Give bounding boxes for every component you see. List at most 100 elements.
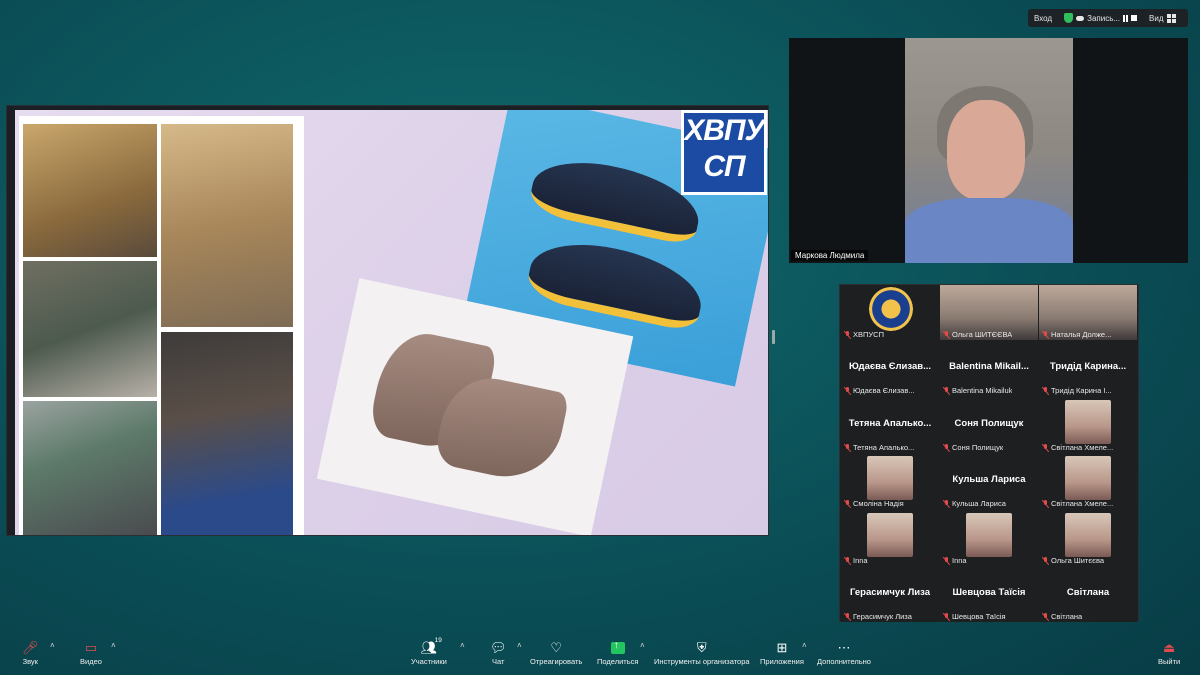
participant-tile[interactable]: ХВПУСП (841, 285, 939, 340)
participant-name-text: Світлана Хмеле... (1051, 499, 1114, 508)
muted-mic-icon (943, 499, 950, 508)
logo-line-1: ХВПУ (684, 114, 765, 147)
participant-display-name: Тетяна Апалько... (848, 418, 932, 429)
participant-name-text: Соня Полищук (952, 443, 1004, 452)
participant-tile[interactable]: Герасимчук Лиза Герасимчук Лиза (841, 567, 939, 622)
participant-avatar (1065, 400, 1111, 444)
participant-name-label: Шевцова Таїсія (943, 612, 1006, 621)
participant-name-label: Наталья Долже... (1042, 330, 1111, 339)
host-tools-button[interactable]: ⛨ Инструменты организатора (654, 639, 750, 666)
participant-name-label: Тетяна Апалько... (844, 443, 914, 452)
chat-options-chevron-icon[interactable]: ˄ (517, 641, 522, 650)
muted-mic-icon (943, 386, 950, 395)
login-indicator[interactable]: Вход (1028, 14, 1058, 23)
participant-tile[interactable]: Шевцова Таїсія Шевцова Таїсія (940, 567, 1038, 622)
participant-tile[interactable]: Смоліна Надія (841, 454, 939, 509)
muted-mic-icon (1042, 330, 1049, 339)
muted-mic-icon (844, 330, 851, 339)
participant-avatar (867, 456, 913, 500)
participant-name-label: ХВПУСП (844, 330, 884, 339)
participants-button[interactable]: 👥︎ 19 Участники (411, 637, 447, 666)
shield-icon: ⛨ (696, 640, 707, 655)
view-label: Вид (1149, 13, 1164, 23)
participant-tile[interactable]: Тридід Карина... Тридід Карина І... (1039, 341, 1137, 396)
participant-tile[interactable]: Кульша Лариса Кульша Лариса (940, 454, 1038, 509)
muted-mic-icon (1042, 443, 1049, 452)
school-logo: ХВПУ СП (681, 110, 767, 195)
participant-name-text: Ольга ШИТЄЄВА (952, 330, 1013, 339)
logo-line-2: СП (703, 150, 745, 183)
participant-avatar (1065, 456, 1111, 500)
video-options-chevron-icon[interactable]: ˄ (111, 641, 116, 650)
muted-mic-icon (943, 443, 950, 452)
participant-display-name: Тридід Карина... (1049, 361, 1127, 372)
video-button[interactable]: ▭ Видео (80, 639, 102, 666)
more-button[interactable]: ⋯ Дополнительно (817, 639, 871, 666)
audio-button[interactable]: 🎤︎ Звук (22, 639, 39, 666)
participant-name-label: Inna (844, 556, 868, 565)
participant-tile[interactable]: Тетяна Апалько... Тетяна Апалько... (841, 398, 939, 453)
participant-display-name: Світлана (1066, 587, 1110, 598)
share-options-chevron-icon[interactable]: ˄ (640, 641, 645, 650)
participant-tile[interactable]: Inna (940, 511, 1038, 566)
host-tools-label: Инструменты организатора (654, 657, 750, 666)
shared-screen[interactable]: ХВПУ СП (6, 105, 769, 536)
active-speaker-tile[interactable]: Маркова Людмила (789, 38, 1188, 263)
participant-tile[interactable]: Ольга ШИТЄЄВА (940, 285, 1038, 340)
leave-button[interactable]: ⏏︎ Выйти (1158, 639, 1180, 666)
stop-recording-icon[interactable] (1131, 15, 1138, 21)
participant-name-text: Герасимчук Лиза (853, 612, 912, 621)
muted-mic-icon (1042, 556, 1049, 565)
participant-name-text: Тридід Карина І... (1051, 386, 1112, 395)
apps-options-chevron-icon[interactable]: ˄ (802, 641, 807, 650)
apps-button[interactable]: ⊞ Приложения (760, 639, 804, 666)
shield-icon (1064, 13, 1074, 23)
participant-name-text: Inna (853, 556, 868, 565)
participant-tile[interactable]: Ольга Шитєєва (1039, 511, 1137, 566)
share-screen-icon (610, 640, 625, 654)
participant-tile[interactable]: Inna (841, 511, 939, 566)
meeting-toolbar: 🎤︎ Звук ˄ ▭ Видео ˄ 👥︎ 19 Участники ˄ 💬︎ … (0, 635, 1200, 675)
react-button[interactable]: ♡ Отреагировать (530, 639, 582, 666)
participant-name-label: Ольга Шитєєва (1042, 556, 1104, 565)
resize-handle[interactable] (772, 330, 775, 344)
participant-tile[interactable]: Світлана Хмеле... (1039, 398, 1137, 453)
participant-tile[interactable]: Balentina Mikail... Balentina Mikailuk (940, 341, 1038, 396)
participant-tile[interactable]: Соня Полищук Соня Полищук (940, 398, 1038, 453)
workshop-photo (23, 401, 157, 535)
muted-mic-icon (844, 556, 851, 565)
participant-tile[interactable]: Світлана Хмеле... (1039, 454, 1137, 509)
recording-indicator[interactable]: Запись... (1058, 13, 1143, 23)
video-off-icon: ▭ (84, 640, 98, 655)
share-button[interactable]: Поделиться (597, 639, 638, 666)
participant-tile[interactable]: Юдаєва Єлизав... Юдаєва Єлизав... (841, 341, 939, 396)
more-label: Дополнительно (817, 657, 871, 666)
participant-name-text: Шевцова Таїсія (952, 612, 1006, 621)
participants-gallery: ХВПУСП Ольга ШИТЄЄВА Наталья Долже... Юдаєв… (839, 284, 1139, 622)
participant-avatar (869, 287, 913, 331)
pause-recording-icon[interactable] (1123, 14, 1129, 22)
video-label: Видео (80, 657, 102, 666)
recording-label: Запись... (1087, 13, 1121, 23)
muted-mic-icon: 🎤︎ (22, 640, 39, 655)
participant-tile[interactable]: Наталья Долже... (1039, 285, 1137, 340)
audio-options-chevron-icon[interactable]: ˄ (50, 641, 55, 650)
participant-name-text: Юдаєва Єлизав... (853, 386, 915, 395)
participant-name-label: Юдаєва Єлизав... (844, 386, 915, 395)
meeting-status-bar: Вход Запись... Вид (1028, 9, 1188, 27)
participant-tile[interactable]: Світлана Світлана (1039, 567, 1137, 622)
audio-label: Звук (22, 657, 38, 666)
workshop-photo (161, 124, 293, 327)
react-label: Отреагировать (530, 657, 583, 666)
participant-avatar (1065, 513, 1111, 557)
apps-icon: ⊞ (776, 640, 788, 655)
participants-options-chevron-icon[interactable]: ˄ (460, 641, 465, 650)
participants-icon: 👥︎ 19 (420, 637, 442, 655)
view-button[interactable]: Вид (1143, 13, 1181, 23)
heart-icon: ♡ (550, 640, 562, 655)
chat-button[interactable]: 💬︎ Чат (490, 639, 507, 666)
presentation-slide: ХВПУ СП (15, 110, 768, 535)
apps-label: Приложения (760, 657, 804, 666)
muted-mic-icon (943, 330, 950, 339)
muted-mic-icon (1042, 386, 1049, 395)
